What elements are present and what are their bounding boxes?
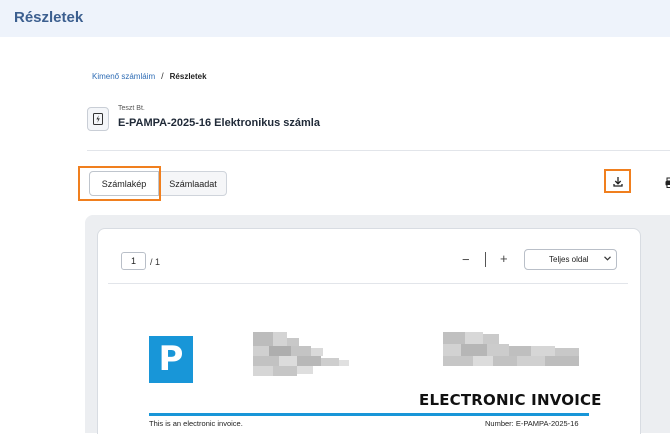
page-number-input[interactable]: 1 [121,252,146,270]
printer-icon [665,177,670,189]
top-bar: Részletek [0,0,670,37]
page-total: / 1 [150,257,160,267]
section-divider [87,150,670,151]
redacted-address-right [443,332,583,368]
page-title: Részletek [14,9,83,26]
zoom-out-button[interactable]: − [462,252,470,267]
invoice-accent-bar [149,413,589,416]
viewer-divider [108,283,628,284]
print-button[interactable] [665,176,670,188]
tab-invoice-data[interactable]: Számlaadat [159,171,227,196]
invoice-document-icon [87,107,109,131]
chevron-down-icon [604,256,611,261]
breadcrumb-link-outgoing-invoices[interactable]: Kimenő számláim [92,72,155,81]
breadcrumb-current: Részletek [170,72,207,81]
invoice-title: E-PAMPA-2025-16 Elektronikus számla [118,117,320,129]
zoom-mode-select[interactable]: Teljes oldal [524,249,617,270]
invoice-heading: ELECTRONIC INVOICE [419,391,602,409]
redacted-address-left [253,332,351,378]
zoom-in-button[interactable]: + [500,251,508,266]
breadcrumb-separator: / [161,71,164,81]
highlight-invoice-image-tab [78,166,161,201]
invoice-number: Number: E-PAMPA-2025-16 [485,419,579,428]
invoice-note: This is an electronic invoice. [149,419,243,428]
zoom-separator [485,252,486,267]
parking-logo: P [149,336,193,383]
highlight-download-button [604,169,631,193]
breadcrumb: Kimenő számláim / Részletek [92,71,207,81]
company-name: Teszt Bt. [118,105,145,112]
zoom-mode-label: Teljes oldal [549,250,589,269]
